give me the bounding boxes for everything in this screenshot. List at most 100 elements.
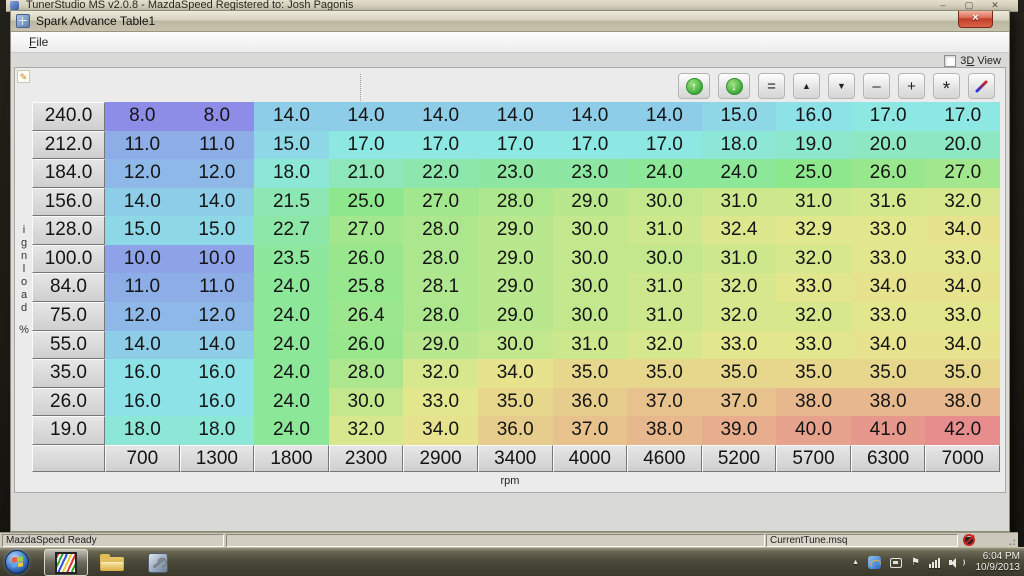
table-cell[interactable]: 16.0: [180, 359, 255, 388]
table-cell[interactable]: 14.0: [180, 331, 255, 360]
table-cell[interactable]: 31.6: [851, 188, 926, 217]
table-cell[interactable]: 37.0: [702, 388, 777, 417]
table-cell[interactable]: 34.0: [478, 359, 553, 388]
table-cell[interactable]: 18.0: [180, 416, 255, 445]
table-cell[interactable]: 30.0: [478, 331, 553, 360]
table-cell[interactable]: 23.0: [553, 159, 628, 188]
table-cell[interactable]: 28.0: [478, 188, 553, 217]
minimize-icon[interactable]: –: [930, 0, 956, 10]
table-cell[interactable]: 34.0: [851, 273, 926, 302]
table-cell[interactable]: 23.0: [478, 159, 553, 188]
table-cell[interactable]: 16.0: [776, 102, 851, 131]
table-cell[interactable]: 17.0: [478, 131, 553, 160]
taskbar-button-tunerstudio[interactable]: [44, 549, 88, 576]
table-cell[interactable]: 36.0: [553, 388, 628, 417]
table-cell[interactable]: 11.0: [180, 273, 255, 302]
table-cell[interactable]: 38.0: [776, 388, 851, 417]
edit-pencil-icon[interactable]: ✎: [17, 70, 30, 83]
table-cell[interactable]: 16.0: [105, 359, 180, 388]
start-button[interactable]: [5, 550, 29, 574]
taskbar-button-tools[interactable]: [136, 549, 180, 576]
table-cell[interactable]: 21.0: [329, 159, 404, 188]
table-cell[interactable]: 26.0: [329, 331, 404, 360]
table-cell[interactable]: 14.0: [553, 102, 628, 131]
table-cell[interactable]: 17.0: [553, 131, 628, 160]
table-cell[interactable]: 38.0: [925, 388, 1000, 417]
table-cell[interactable]: 26.4: [329, 302, 404, 331]
table-cell[interactable]: 31.0: [702, 245, 777, 274]
dialog-close-button[interactable]: ×: [958, 11, 993, 28]
table-cell[interactable]: 31.0: [776, 188, 851, 217]
table-cell[interactable]: 21.5: [254, 188, 329, 217]
table-cell[interactable]: 12.0: [180, 159, 255, 188]
table-cell[interactable]: 24.0: [627, 159, 702, 188]
table-cell[interactable]: 25.8: [329, 273, 404, 302]
table-cell[interactable]: 29.0: [403, 331, 478, 360]
table-cell[interactable]: 31.0: [627, 273, 702, 302]
device-tray-icon[interactable]: [890, 558, 902, 568]
table-cell[interactable]: 14.0: [180, 188, 255, 217]
table-cell[interactable]: 12.0: [105, 159, 180, 188]
table-cell[interactable]: 33.0: [851, 302, 926, 331]
table-cell[interactable]: 38.0: [627, 416, 702, 445]
table-cell[interactable]: 12.0: [105, 302, 180, 331]
table-cell[interactable]: 35.0: [627, 359, 702, 388]
table-cell[interactable]: 36.0: [478, 416, 553, 445]
table-cell[interactable]: 33.0: [776, 331, 851, 360]
table-cell[interactable]: 17.0: [627, 131, 702, 160]
table-cell[interactable]: 35.0: [702, 359, 777, 388]
table-cell[interactable]: 33.0: [702, 331, 777, 360]
table-cell[interactable]: 15.0: [105, 216, 180, 245]
table-cell[interactable]: 32.0: [776, 245, 851, 274]
table-cell[interactable]: 19.0: [776, 131, 851, 160]
table-cell[interactable]: 8.0: [180, 102, 255, 131]
table-cell[interactable]: 30.0: [329, 388, 404, 417]
table-cell[interactable]: 38.0: [851, 388, 926, 417]
table-cell[interactable]: 33.0: [403, 388, 478, 417]
table-cell[interactable]: 30.0: [553, 216, 628, 245]
table-cell[interactable]: 35.0: [553, 359, 628, 388]
table-cell[interactable]: 29.0: [478, 245, 553, 274]
resize-grip[interactable]: [1007, 537, 1015, 545]
table-cell[interactable]: 27.0: [925, 159, 1000, 188]
table-cell[interactable]: 41.0: [851, 416, 926, 445]
table-cell[interactable]: 29.0: [478, 273, 553, 302]
table-cell[interactable]: 22.0: [403, 159, 478, 188]
table-cell[interactable]: 17.0: [851, 102, 926, 131]
table-cell[interactable]: 25.0: [776, 159, 851, 188]
table-cell[interactable]: 29.0: [553, 188, 628, 217]
table-cell[interactable]: 33.0: [776, 273, 851, 302]
table-cell[interactable]: 10.0: [105, 245, 180, 274]
table-cell[interactable]: 24.0: [254, 302, 329, 331]
table-cell[interactable]: 20.0: [925, 131, 1000, 160]
table-cell[interactable]: 32.4: [702, 216, 777, 245]
table-cell[interactable]: 30.0: [627, 188, 702, 217]
table-cell[interactable]: 29.0: [478, 302, 553, 331]
scale-down-button[interactable]: ↓: [718, 73, 750, 99]
table-cell[interactable]: 20.0: [851, 131, 926, 160]
table-cell[interactable]: 24.0: [254, 359, 329, 388]
table-cell[interactable]: 24.0: [254, 388, 329, 417]
table-cell[interactable]: 32.0: [702, 302, 777, 331]
table-cell[interactable]: 17.0: [925, 102, 1000, 131]
table-cell[interactable]: 10.0: [180, 245, 255, 274]
table-cell[interactable]: 16.0: [180, 388, 255, 417]
table-cell[interactable]: 22.7: [254, 216, 329, 245]
scale-up-button[interactable]: ↑: [678, 73, 710, 99]
table-cell[interactable]: 33.0: [925, 245, 1000, 274]
table-cell[interactable]: 17.0: [403, 131, 478, 160]
table-cell[interactable]: 32.0: [329, 416, 404, 445]
table-cell[interactable]: 34.0: [925, 331, 1000, 360]
table-cell[interactable]: 29.0: [478, 216, 553, 245]
table-cell[interactable]: 35.0: [851, 359, 926, 388]
table-cell[interactable]: 25.0: [329, 188, 404, 217]
table-cell[interactable]: 32.0: [627, 331, 702, 360]
table-cell[interactable]: 30.0: [553, 245, 628, 274]
table-cell[interactable]: 28.0: [403, 245, 478, 274]
view-3d-checkbox[interactable]: [944, 55, 956, 67]
table-cell[interactable]: 35.0: [925, 359, 1000, 388]
clock[interactable]: 6:04 PM 10/9/2013: [976, 551, 1021, 573]
increase-button[interactable]: ▲: [793, 73, 820, 99]
table-cell[interactable]: 32.9: [776, 216, 851, 245]
table-cell[interactable]: 33.0: [851, 216, 926, 245]
